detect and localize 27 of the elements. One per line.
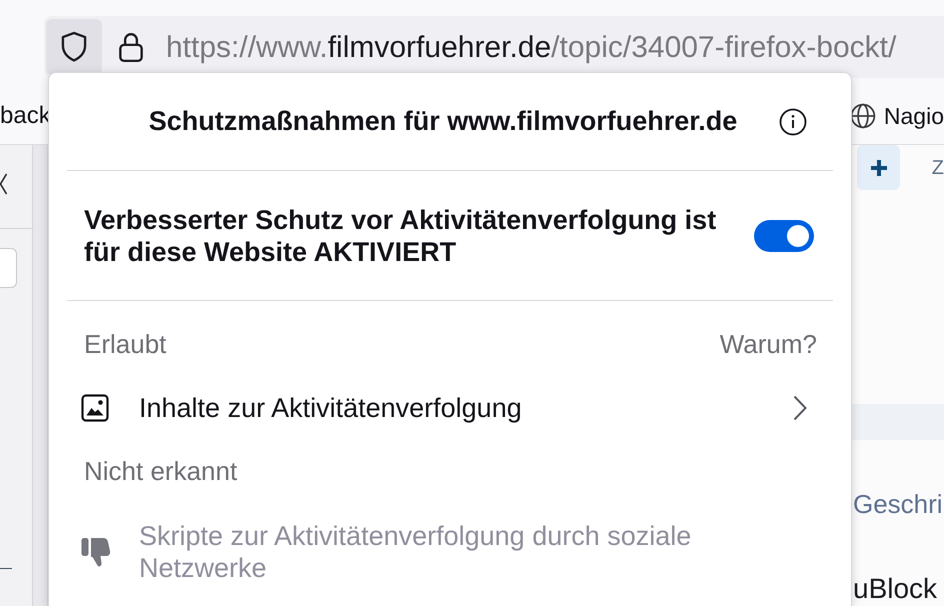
bookmark-item[interactable]: back (0, 98, 51, 134)
heading-text: Z (932, 156, 944, 180)
plus-icon (868, 158, 888, 178)
body-text: uBlock (853, 572, 938, 606)
info-icon[interactable] (779, 108, 807, 136)
address-bar[interactable]: https://www.filmvorfuehrer.de/topic/34007-firefox-bockt/ (44, 16, 944, 78)
add-button[interactable] (857, 145, 900, 190)
tracking-protection-button[interactable] (46, 19, 102, 75)
url-text: https://www.filmvorfuehrer.de/topic/34007-firefox-bockt/ (166, 30, 896, 66)
tracker-category-item[interactable]: Inhalte zur Aktivitätenverfolgung (67, 386, 833, 430)
thumbs-down-icon (81, 536, 111, 568)
link-text[interactable]: Geschri (853, 488, 944, 520)
image-icon (81, 394, 109, 422)
protection-status-text: Verbesserter Schutz vor Aktivitätenverfolgung ist für diese Website AKTIVIERT (84, 204, 718, 268)
section-heading: Erlaubt (84, 328, 166, 360)
toggle-switch[interactable] (754, 220, 814, 252)
bookmark-item[interactable]: Nagio (850, 98, 944, 134)
why-link[interactable]: Warum? (720, 324, 817, 364)
tracker-category-item: Skripte zur Aktivitätenverfolgung durch soziale Netzwerke (67, 520, 833, 584)
section-heading: Nicht erkannt (84, 454, 238, 488)
lock-icon (118, 31, 144, 63)
globe-icon (850, 103, 876, 129)
shield-icon (60, 31, 88, 63)
chevron-left-icon[interactable] (0, 173, 7, 195)
popup-title: Schutzmaßnahmen für www.filmvorfuehrer.de (148, 105, 738, 138)
chevron-right-icon (793, 395, 807, 421)
input-field[interactable] (0, 248, 17, 288)
